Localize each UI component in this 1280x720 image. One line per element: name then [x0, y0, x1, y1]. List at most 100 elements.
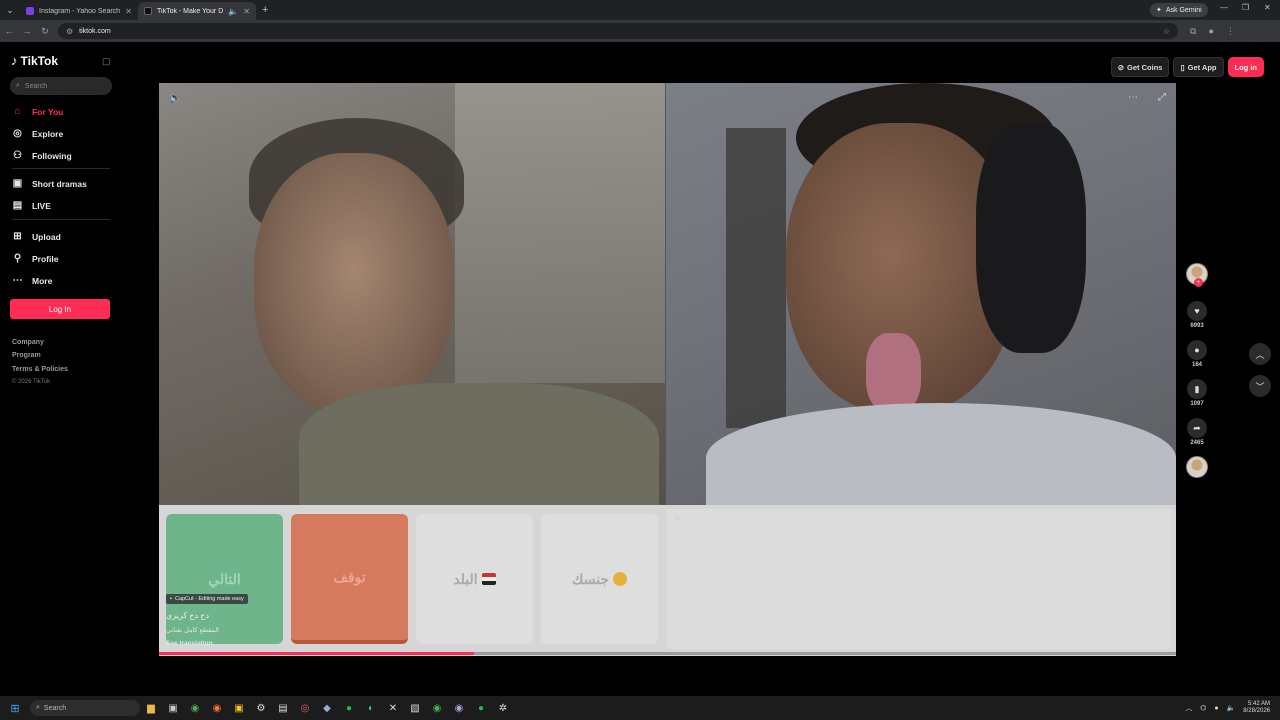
app-icon[interactable]: ▣	[228, 703, 250, 714]
search-input[interactable]: ⌕ Search	[10, 77, 112, 95]
nav-more[interactable]: ⋯ More	[12, 275, 53, 286]
tiktok-favicon-icon	[144, 7, 152, 15]
ask-gemini-button[interactable]: ✦ Ask Gemini	[1150, 3, 1208, 17]
chrome-icon[interactable]: ◉	[184, 703, 206, 714]
capcut-icon: ▪	[170, 596, 172, 602]
clock[interactable]: 5:42 AM 8/28/2026	[1243, 701, 1270, 715]
app-icon[interactable]: ▤	[272, 703, 294, 714]
get-coins-label: Get Coins	[1127, 62, 1163, 72]
footer-link-company[interactable]: Company	[12, 339, 44, 346]
file-explorer-icon[interactable]: ▆	[140, 703, 162, 714]
search-icon: ⌕	[16, 82, 20, 89]
caption-description: المقطع كامل بقناتي	[166, 627, 219, 634]
taskbar-search-input[interactable]: ⌕ Search	[30, 700, 140, 716]
like-button[interactable]: ♥ 6993	[1184, 301, 1210, 329]
minimize-icon[interactable]: —	[1220, 3, 1228, 12]
profile-menu-icon[interactable]: ●	[1208, 26, 1213, 36]
video-progress-fill	[159, 652, 475, 655]
nav-short-dramas[interactable]: ▣ Short dramas	[12, 178, 87, 189]
address-bar[interactable]: ⚙ tiktok.com ☆	[58, 23, 1178, 39]
new-tab-icon[interactable]: +	[262, 4, 268, 16]
video-more-icon[interactable]: ⋯	[1128, 92, 1138, 103]
close-window-icon[interactable]: ✕	[1264, 3, 1271, 12]
tab-search-menu-icon[interactable]: ⌄	[0, 0, 20, 20]
tiktok-logo[interactable]: ♪ TikTok	[11, 53, 58, 68]
right-person-tongue	[866, 333, 921, 413]
bookmark-icon: ▮	[1187, 379, 1207, 399]
windows-start-icon[interactable]: ⊞	[0, 702, 30, 715]
more-icon: ⋯	[12, 275, 23, 286]
browser-menu-icon[interactable]: ⋮	[1226, 26, 1235, 37]
taskbar-search-placeholder: Search	[43, 704, 67, 712]
creator-avatar-button[interactable]: +	[1184, 263, 1210, 287]
nav-live[interactable]: ▤ LIVE	[12, 200, 51, 211]
chevron-up-icon[interactable]: ︿	[1185, 703, 1192, 713]
previous-video-button[interactable]: ︿	[1249, 343, 1271, 365]
spotify-icon[interactable]: ●	[338, 703, 360, 714]
next-video-button[interactable]: ﹀	[1249, 375, 1271, 397]
video-player[interactable]: 🔈 ⋯ ⤢ التالي توقف البلد جنسك ▭ ▪ CapCut …	[159, 83, 1176, 656]
steam-icon[interactable]: ◆	[316, 703, 338, 714]
app-icon[interactable]: ▧	[404, 703, 426, 714]
store-icon[interactable]: ▣	[162, 703, 184, 714]
close-tab-icon[interactable]: ✕	[125, 7, 132, 16]
network-icon[interactable]: ⌬	[1200, 704, 1206, 712]
comment-button[interactable]: ● 164	[1184, 340, 1210, 368]
nav-label: More	[32, 275, 53, 286]
app-icon[interactable]: ◎	[294, 703, 316, 714]
music-disc-button[interactable]	[1184, 456, 1210, 478]
nav-for-you[interactable]: ⌂ For You	[12, 106, 63, 117]
search-placeholder: Search	[24, 82, 48, 90]
left-person-shirt	[299, 383, 659, 523]
restore-icon[interactable]: ❐	[1242, 3, 1249, 12]
video-progress-bar[interactable]	[159, 652, 1176, 655]
save-button[interactable]: ▮ 1097	[1184, 379, 1210, 407]
site-info-icon[interactable]: ⚙	[66, 27, 73, 36]
nav-explore[interactable]: ◎ Explore	[12, 128, 63, 139]
microphone-icon[interactable]: ●	[1214, 705, 1218, 712]
spotify-icon[interactable]: ●	[470, 703, 492, 714]
get-app-button[interactable]: ▯ Get App	[1173, 57, 1224, 77]
right-shelf	[726, 128, 786, 428]
volume-icon[interactable]: 🔈	[1227, 704, 1236, 712]
fullscreen-icon[interactable]: ⤢	[1158, 92, 1166, 103]
nav-following[interactable]: ⚇ Following	[12, 150, 72, 161]
see-translation-link[interactable]: See translation	[166, 640, 283, 647]
share-button[interactable]: ➦ 2465	[1184, 418, 1210, 446]
nav-label: Upload	[32, 231, 61, 242]
back-icon[interactable]: ←	[0, 26, 18, 36]
tab-instagram-yahoo[interactable]: Instagram - Yahoo Search Resu ✕	[20, 2, 138, 20]
following-icon: ⚇	[13, 150, 22, 161]
nav-upload[interactable]: ⊞ Upload	[12, 231, 61, 242]
card-label: جنسك	[571, 570, 610, 587]
footer-link-terms[interactable]: Terms & Policies	[12, 366, 68, 373]
close-tab-icon[interactable]: ✕	[243, 7, 250, 16]
app-icon[interactable]: ✲	[492, 703, 514, 714]
reload-icon[interactable]: ↻	[36, 26, 54, 37]
clock-date: 8/28/2026	[1243, 708, 1270, 714]
get-coins-button[interactable]: ⊘ Get Coins	[1110, 57, 1170, 77]
sidebar-login-button[interactable]: Log In	[10, 299, 110, 319]
header-login-button[interactable]: Log in	[1227, 57, 1264, 77]
settings-icon[interactable]: ⚙	[250, 703, 272, 714]
follow-plus-icon[interactable]: +	[1194, 278, 1203, 287]
volume-icon[interactable]: 🔈	[169, 93, 181, 104]
extensions-icon[interactable]: ⧉	[1190, 26, 1196, 37]
browser-tab-bar: ⌄ Instagram - Yahoo Search Resu ✕ TikTok…	[0, 0, 1280, 20]
x-icon[interactable]: ✕	[382, 703, 404, 714]
chrome-active-icon[interactable]: ◉	[426, 703, 448, 714]
nav-label: Short dramas	[32, 178, 87, 189]
firefox-icon[interactable]: ◉	[206, 703, 228, 714]
collapse-sidebar-icon[interactable]: ▢	[102, 56, 111, 67]
tab-tiktok[interactable]: TikTok - Make Your Day 🔈 ✕	[138, 2, 256, 20]
edge-icon[interactable]: ◐	[360, 703, 382, 714]
clock-time: 5:42 AM	[1247, 701, 1270, 707]
mute-tab-icon[interactable]: 🔈	[228, 7, 238, 16]
nav-profile[interactable]: ⚲ Profile	[12, 253, 59, 264]
forward-icon[interactable]: →	[18, 26, 36, 36]
capcut-badge[interactable]: ▪ CapCut · Editing made easy	[166, 594, 248, 604]
app-icon[interactable]: ◉	[448, 703, 470, 714]
footer-link-program[interactable]: Program	[12, 352, 41, 359]
bookmark-star-icon[interactable]: ☆	[1163, 27, 1170, 36]
short-dramas-icon: ▣	[12, 178, 23, 189]
